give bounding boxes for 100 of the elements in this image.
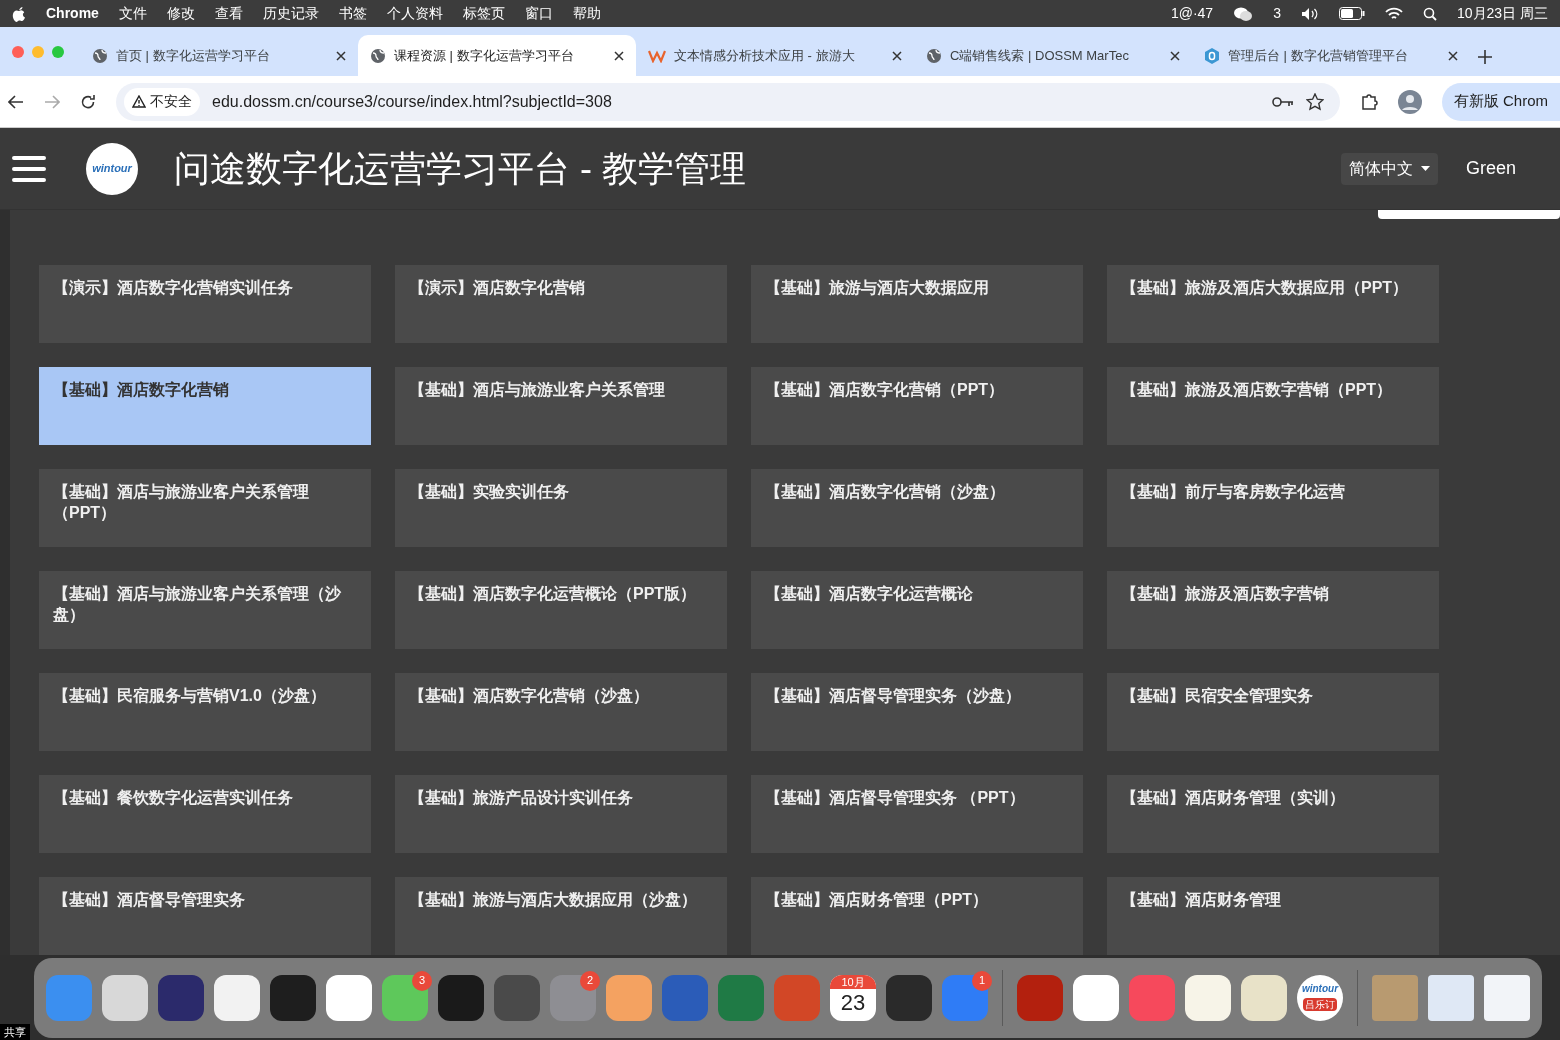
security-chip[interactable]: 不安全 bbox=[124, 87, 200, 116]
course-card[interactable]: 【基础】民宿安全管理实务 bbox=[1107, 673, 1439, 751]
browser-tab[interactable]: 首页 | 数字化运营学习平台 bbox=[80, 35, 358, 76]
forward-arrow-icon[interactable] bbox=[44, 94, 60, 109]
wechat-icon[interactable] bbox=[1233, 5, 1254, 22]
hexagon-logo-icon bbox=[1204, 47, 1220, 64]
dock-app-icon[interactable] bbox=[1185, 974, 1231, 1021]
dock-app-icon[interactable] bbox=[1073, 974, 1119, 1021]
globe-icon bbox=[926, 47, 942, 64]
menu-item[interactable]: 个人资料 bbox=[386, 3, 443, 24]
menu-item[interactable]: 书签 bbox=[338, 3, 367, 24]
menu-item[interactable]: 帮助 bbox=[572, 3, 601, 24]
course-card[interactable]: 【基础】酒店数字化营销（沙盘） bbox=[751, 469, 1083, 547]
browser-tab[interactable]: 管理后台 | 数字化营销管理平台 bbox=[1192, 35, 1470, 76]
tab-title: 管理后台 | 数字化营销管理平台 bbox=[1228, 46, 1409, 65]
close-icon[interactable] bbox=[336, 50, 346, 61]
menu-app-name[interactable]: Chrome bbox=[46, 3, 99, 24]
avatar-icon[interactable] bbox=[1397, 89, 1422, 114]
dock-app-icon[interactable] bbox=[214, 974, 260, 1021]
menu-item[interactable]: 查看 bbox=[214, 3, 243, 24]
course-card[interactable]: 【基础】餐饮数字化运营实训任务 bbox=[39, 775, 371, 853]
course-card[interactable]: 【基础】酒店与旅游业客户关系管理（沙盘） bbox=[39, 571, 371, 649]
window-thumbnail[interactable] bbox=[1428, 974, 1474, 1021]
menu-item[interactable]: 历史记录 bbox=[262, 3, 319, 24]
course-card[interactable]: 【基础】酒店数字化营销 bbox=[39, 367, 371, 445]
search-icon[interactable] bbox=[1422, 6, 1437, 21]
dock-app-icon[interactable] bbox=[158, 974, 204, 1021]
back-arrow-icon[interactable] bbox=[8, 94, 24, 109]
course-card[interactable]: 【基础】酒店财务管理（PPT） bbox=[751, 877, 1083, 955]
notification-badge: 1 bbox=[972, 970, 992, 991]
apple-logo-icon[interactable] bbox=[12, 5, 26, 22]
menu-item[interactable]: 标签页 bbox=[462, 3, 505, 24]
menu-icon[interactable] bbox=[12, 153, 46, 184]
dock-app-icon[interactable] bbox=[886, 974, 932, 1021]
close-icon[interactable] bbox=[614, 50, 624, 61]
course-card[interactable]: 【基础】酒店财务管理 bbox=[1107, 877, 1439, 955]
dock-app-icon[interactable] bbox=[382, 974, 428, 1021]
dock-app-icon[interactable] bbox=[438, 974, 484, 1021]
course-card[interactable]: 【基础】酒店督导管理实务 bbox=[39, 877, 371, 955]
course-card[interactable]: 【基础】酒店数字化营销（PPT） bbox=[751, 367, 1083, 445]
update-chrome-button[interactable]: 有新版 Chrom bbox=[1441, 82, 1560, 121]
star-icon[interactable] bbox=[1305, 92, 1324, 111]
course-card[interactable]: 【基础】旅游与酒店大数据应用 bbox=[751, 265, 1083, 343]
address-field[interactable]: 不安全 edu.dossm.cn/course3/course/index.html?subjectId=308 bbox=[116, 82, 1340, 121]
new-tab-icon[interactable] bbox=[1478, 50, 1492, 64]
warning-icon bbox=[132, 95, 146, 108]
volume-icon[interactable] bbox=[1300, 6, 1319, 21]
dock-app-icon[interactable] bbox=[606, 974, 652, 1021]
course-card[interactable]: 【基础】实验实训任务 bbox=[395, 469, 727, 547]
course-card[interactable]: 【基础】前厅与客房数字化运营 bbox=[1107, 469, 1439, 547]
dock-app-icon[interactable] bbox=[1241, 974, 1287, 1021]
course-card[interactable]: 【基础】酒店数字化营销（沙盘） bbox=[395, 673, 727, 751]
close-icon[interactable] bbox=[1448, 50, 1458, 61]
course-card[interactable]: 【基础】旅游产品设计实训任务 bbox=[395, 775, 727, 853]
course-card[interactable]: 【基础】酒店财务管理（实训） bbox=[1107, 775, 1439, 853]
course-card[interactable]: 【基础】酒店数字化运营概论（PPT版） bbox=[395, 571, 727, 649]
window-thumbnail[interactable] bbox=[1372, 974, 1418, 1021]
course-card[interactable]: 【基础】酒店数字化运营概论 bbox=[751, 571, 1083, 649]
dock-app-icon[interactable] bbox=[270, 974, 316, 1021]
menu-item[interactable]: 窗口 bbox=[524, 3, 553, 24]
menu-item[interactable]: 文件 bbox=[118, 3, 147, 24]
browser-tab[interactable]: C端销售线索 | DOSSM MarTec bbox=[914, 35, 1192, 76]
course-card[interactable]: 【基础】酒店督导管理实务（沙盘） bbox=[751, 673, 1083, 751]
dock-app-icon[interactable]: 10月 23 bbox=[830, 974, 876, 1021]
course-card[interactable]: 【基础】酒店督导管理实务 （PPT） bbox=[751, 775, 1083, 853]
course-card[interactable]: 【基础】民宿服务与营销V1.0（沙盘） bbox=[39, 673, 371, 751]
close-icon[interactable] bbox=[892, 50, 902, 61]
course-card[interactable]: 【基础】旅游及酒店大数据应用（PPT） bbox=[1107, 265, 1439, 343]
share-label: 共享 bbox=[0, 1023, 30, 1040]
browser-tab[interactable]: 课程资源 | 数字化运营学习平台 bbox=[358, 35, 636, 76]
tab-title: 课程资源 | 数字化运营学习平台 bbox=[394, 46, 575, 65]
window-thumbnail[interactable] bbox=[1484, 974, 1530, 1021]
dock-app-icon[interactable] bbox=[494, 974, 540, 1021]
course-card[interactable]: 【基础】旅游与酒店大数据应用（沙盘） bbox=[395, 877, 727, 955]
menu-clock[interactable]: 10月23日 周三 bbox=[1456, 3, 1548, 24]
battery-icon[interactable] bbox=[1338, 7, 1365, 20]
reload-icon[interactable] bbox=[80, 93, 96, 110]
course-card[interactable]: 【演示】酒店数字化营销实训任务 bbox=[39, 265, 371, 343]
globe-icon bbox=[92, 47, 108, 64]
course-card[interactable]: 【基础】酒店与旅游业客户关系管理 bbox=[395, 367, 727, 445]
dock-app-icon[interactable] bbox=[326, 974, 372, 1021]
url-text: edu.dossm.cn/course3/course/index.html?subjectId=308 bbox=[212, 91, 613, 112]
logo-text: wintour bbox=[92, 161, 132, 177]
browser-tab[interactable]: 文本情感分析技术应用 - 旅游大 bbox=[636, 35, 914, 76]
notification-badge: 3 bbox=[412, 970, 432, 991]
key-icon[interactable] bbox=[1271, 95, 1294, 108]
puzzle-icon[interactable] bbox=[1359, 92, 1378, 111]
user-name[interactable]: Green bbox=[1465, 155, 1516, 182]
language-dropdown[interactable]: 简体中文 bbox=[1340, 152, 1438, 185]
course-card[interactable]: 【演示】酒店数字化营销 bbox=[395, 265, 727, 343]
tab-title: C端销售线索 | DOSSM MarTec bbox=[950, 46, 1130, 65]
dock-app-icon[interactable] bbox=[102, 974, 148, 1021]
close-icon[interactable] bbox=[1170, 50, 1180, 61]
course-card[interactable]: 【基础】旅游及酒店数字营销 bbox=[1107, 571, 1439, 649]
course-card[interactable]: 【基础】旅游及酒店数字营销（PPT） bbox=[1107, 367, 1439, 445]
dock-app-icon[interactable]: wintour 吕乐订 bbox=[1297, 974, 1343, 1021]
wechat-count: 3 bbox=[1273, 4, 1281, 23]
menu-item[interactable]: 修改 bbox=[166, 3, 195, 24]
wifi-icon[interactable] bbox=[1384, 6, 1403, 21]
course-card[interactable]: 【基础】酒店与旅游业客户关系管理（PPT） bbox=[39, 469, 371, 547]
